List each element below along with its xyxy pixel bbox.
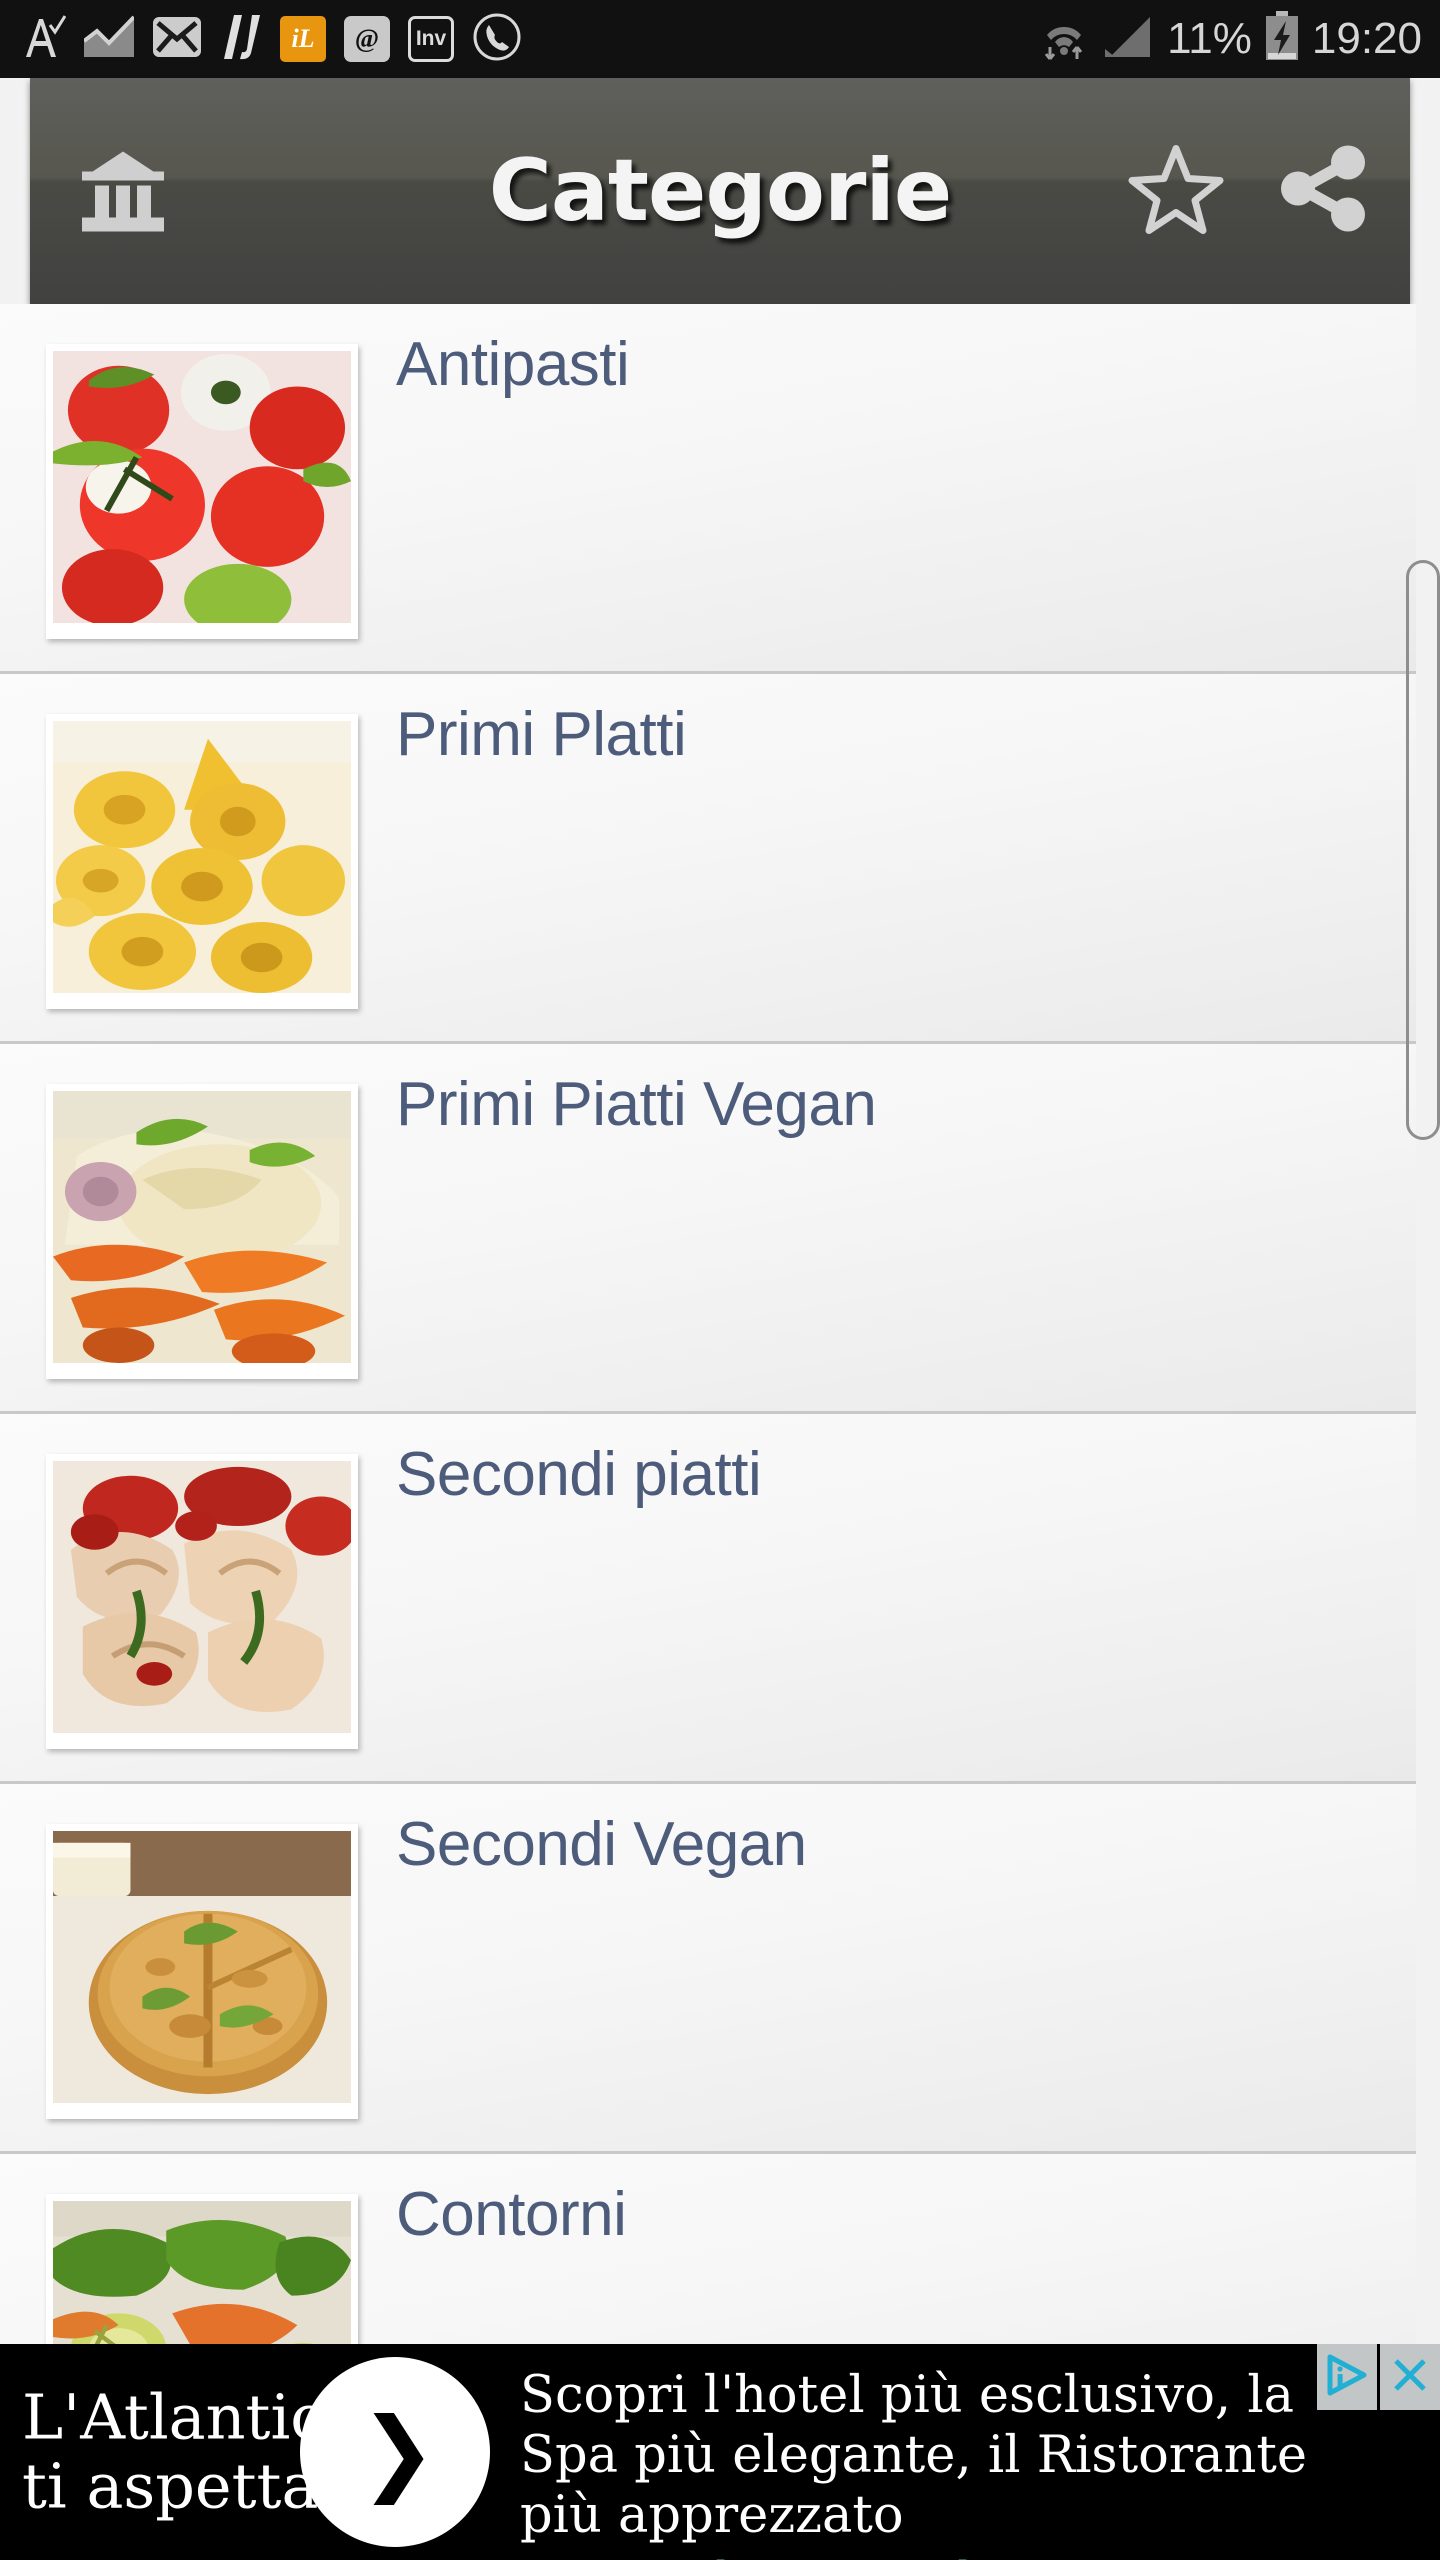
tortellini-pasta-photo <box>53 721 351 993</box>
ad-headline: Scopri l'hotel più esclusivo, la Spa più… <box>520 2366 1308 2546</box>
status-bar-notification-icons: iL @ Inv <box>22 12 522 67</box>
thumbnail-frame <box>46 714 358 1009</box>
status-bar: iL @ Inv 11% 19:20 <box>0 0 1440 78</box>
ad-controls <box>1317 2344 1440 2410</box>
il-app-icon: iL <box>280 16 326 62</box>
close-icon <box>1390 2355 1430 2400</box>
star-outline-icon <box>1128 145 1224 239</box>
thumbnail-frame <box>46 1454 358 1749</box>
list-item[interactable]: Primi Platti <box>0 674 1416 1044</box>
ad-banner[interactable]: L'Atlantic ti aspetta ❯ Scopri l'hotel p… <box>0 2344 1440 2560</box>
thumbnail-frame <box>46 1824 358 2119</box>
spellcheck-icon <box>22 13 67 66</box>
favorite-button[interactable] <box>1128 143 1224 240</box>
list-item[interactable]: Secondi piatti <box>0 1414 1416 1784</box>
vegan-rice-dish-photo <box>53 1091 351 1363</box>
ad-close-button[interactable] <box>1380 2344 1440 2410</box>
phone-call-icon <box>472 12 522 67</box>
list-item[interactable]: Primi Piatti Vegan <box>0 1044 1416 1414</box>
list-item-label: Secondi Vegan <box>396 1810 807 1879</box>
battery-percent-label: 11% <box>1167 14 1252 63</box>
email-envelope-icon <box>152 15 202 64</box>
wifi-icon <box>1037 11 1091 68</box>
inv-app-icon: Inv <box>408 16 454 62</box>
app-header-bar: Categorie <box>30 78 1410 304</box>
app-header-actions <box>1128 142 1370 241</box>
thumbnail-frame <box>46 2194 358 2360</box>
vertical-scrollbar[interactable] <box>1406 560 1440 1140</box>
share-icon <box>1276 145 1370 240</box>
list-item-label: Secondi piatti <box>396 1440 762 1509</box>
ij-app-icon <box>220 13 262 66</box>
list-item[interactable]: Antipasti <box>0 304 1416 674</box>
stocks-chart-icon <box>82 15 136 64</box>
status-bar-system-icons: 11% 19:20 <box>1037 10 1422 68</box>
list-item-label: Antipasti <box>396 330 630 399</box>
list-item-label: Primi Platti <box>396 700 687 769</box>
ad-brand-label: Atlantic Hotel Riccione <box>520 2553 1320 2560</box>
list-item[interactable]: Contorni <box>0 2154 1416 2360</box>
adchoices-icon <box>1325 2353 1369 2402</box>
adchoices-button[interactable] <box>1317 2344 1377 2410</box>
list-item[interactable]: Secondi Vegan <box>0 1784 1416 2154</box>
clock-label: 19:20 <box>1311 14 1422 63</box>
ad-arrow-button[interactable]: ❯ <box>300 2357 490 2547</box>
battery-charging-icon <box>1264 10 1300 68</box>
meat-rolls-photo <box>53 1461 351 1733</box>
list-item-label: Contorni <box>396 2180 627 2249</box>
savory-pie-photo <box>53 1831 351 2103</box>
share-button[interactable] <box>1276 142 1370 241</box>
chevron-right-icon: ❯ <box>359 2398 437 2505</box>
category-list[interactable]: Antipasti Primi Platti Primi Piatti Vega… <box>0 304 1440 2360</box>
thumbnail-frame <box>46 344 358 639</box>
thumbnail-frame <box>46 1084 358 1379</box>
cellular-signal-icon <box>1103 13 1155 66</box>
grilled-vegetables-photo <box>53 2201 351 2360</box>
ad-content: Scopri l'hotel più esclusivo, la Spa più… <box>520 2366 1320 2560</box>
tomatoes-mozzarella-photo <box>53 351 351 623</box>
list-item-label: Primi Piatti Vegan <box>396 1070 877 1139</box>
at-mail-icon: @ <box>344 16 390 62</box>
